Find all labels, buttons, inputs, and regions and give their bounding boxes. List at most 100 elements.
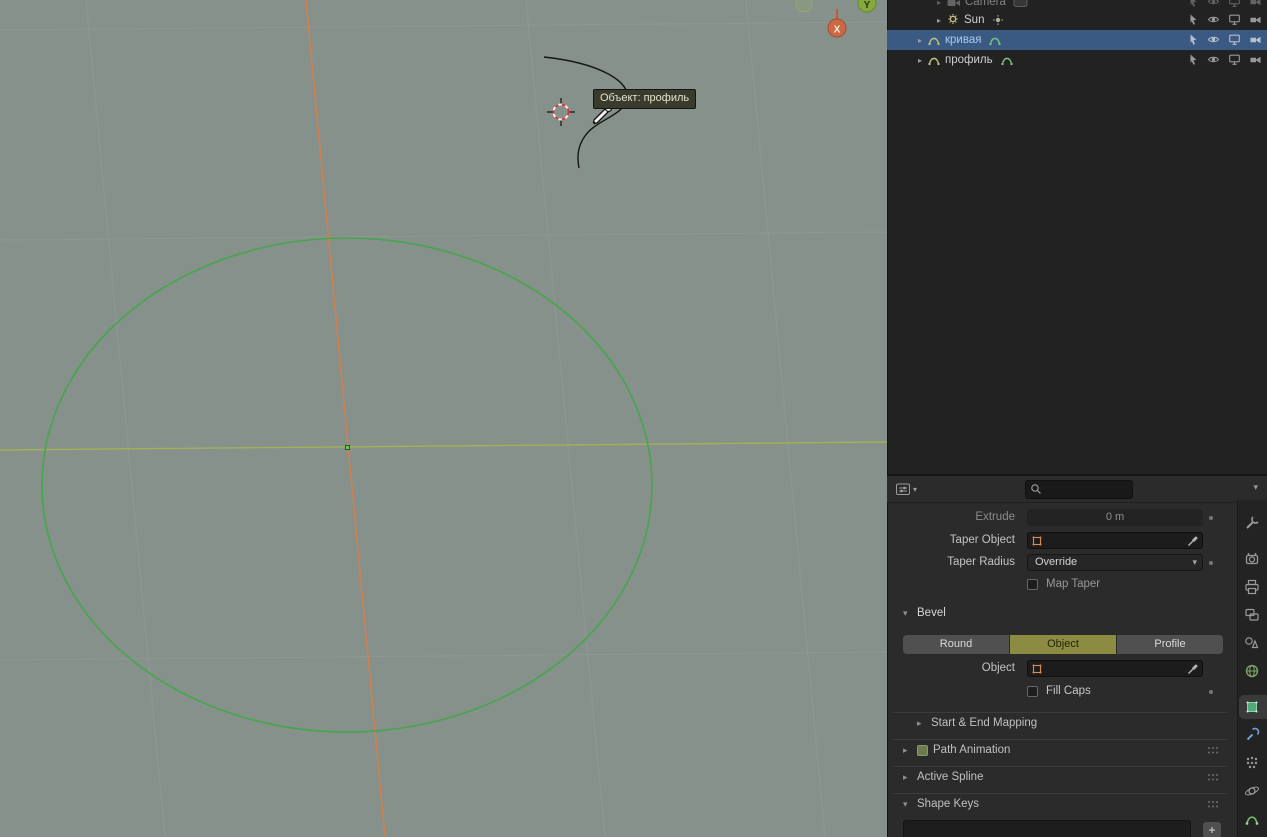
bevel-mode-segments: Round Object Profile: [903, 635, 1223, 654]
panel-label: Shape Keys: [917, 794, 979, 814]
y-axis-line: [0, 442, 887, 450]
drag-handle-icon[interactable]: [1207, 800, 1219, 809]
fill-caps-checkbox[interactable]: [1027, 686, 1038, 697]
search-input[interactable]: [1046, 484, 1126, 496]
taper-radius-value: Override: [1035, 556, 1077, 568]
disable-viewport-icon[interactable]: [1228, 53, 1241, 66]
disable-render-icon[interactable]: [1249, 0, 1262, 8]
bevel-mode-round-button[interactable]: Round: [903, 635, 1009, 654]
expand-arrow-icon[interactable]: ▸: [932, 16, 946, 25]
expand-arrow-icon[interactable]: ▸: [913, 56, 927, 65]
outliner-row-profile[interactable]: ▸ профиль: [887, 50, 1267, 70]
drag-handle-icon[interactable]: [1207, 746, 1219, 755]
tool-tab-icon[interactable]: [1243, 514, 1261, 532]
bevel-mode-profile-button[interactable]: Profile: [1117, 635, 1223, 654]
light-icon: [946, 13, 960, 27]
chevron-down-icon: ▾: [1192, 555, 1197, 570]
chevron-right-icon: ▸: [903, 767, 908, 787]
outliner-row-curve[interactable]: ▸ кривая: [887, 30, 1267, 50]
fill-caps-row: Fill Caps: [887, 683, 1237, 700]
bevel-object-field[interactable]: [1027, 660, 1203, 677]
restrict-select-icon[interactable]: [1186, 53, 1199, 66]
curve-object-icon: [927, 53, 941, 67]
search-icon: [1029, 482, 1044, 497]
disable-viewport-icon[interactable]: [1228, 33, 1241, 46]
add-shape-key-button[interactable]: +: [1203, 822, 1221, 837]
chevron-down-icon: ▾: [903, 604, 908, 622]
expand-arrow-icon[interactable]: ▸: [913, 36, 927, 45]
restrict-select-icon[interactable]: [1186, 33, 1199, 46]
eyedropper-icon[interactable]: [1187, 535, 1199, 547]
object-icon: [1031, 535, 1043, 547]
curve-data-icon: [988, 33, 1002, 47]
editor-type-button[interactable]: ▾: [895, 481, 917, 497]
panel-shape-keys[interactable]: ▾ Shape Keys: [893, 793, 1227, 815]
curve-circle-object: [42, 238, 652, 732]
chevron-down-icon: ▾: [903, 794, 908, 814]
tooltip-text: Объект: профиль: [600, 92, 689, 104]
outliner[interactable]: ▸ Camera ▸ Sun: [887, 0, 1267, 474]
eyedropper-icon[interactable]: [1187, 663, 1199, 675]
gizmo-neg-axis-ball[interactable]: [796, 0, 812, 12]
3d-viewport[interactable]: Y X Объект: профиль: [0, 0, 887, 837]
curve-data-icon: [1000, 53, 1014, 67]
render-tab-icon[interactable]: [1243, 550, 1261, 568]
properties-editor-icon: [895, 481, 911, 497]
bevel-mode-object-button[interactable]: Object: [1010, 635, 1116, 654]
disable-viewport-icon[interactable]: [1228, 13, 1241, 26]
panel-start-end-mapping[interactable]: ▸ Start & End Mapping: [893, 712, 1227, 734]
scene-tab-icon[interactable]: [1243, 634, 1261, 652]
camera-icon: [946, 0, 961, 9]
panel-active-spline[interactable]: ▸ Active Spline: [893, 766, 1227, 788]
object-tab-icon[interactable]: [1243, 698, 1261, 716]
object-name: кривая: [945, 34, 981, 46]
hide-eye-icon[interactable]: [1207, 33, 1220, 46]
view-layer-tab-icon[interactable]: [1243, 606, 1261, 624]
chevron-right-icon: ▸: [903, 740, 908, 760]
hide-eye-icon[interactable]: [1207, 0, 1220, 8]
disable-render-icon[interactable]: [1249, 53, 1262, 66]
world-tab-icon[interactable]: [1243, 662, 1261, 680]
panel-label: Path Animation: [933, 740, 1010, 760]
map-taper-checkbox[interactable]: [1027, 579, 1038, 590]
extrude-field[interactable]: 0 m: [1027, 509, 1203, 526]
header-dropdown-icon[interactable]: ▾: [1253, 482, 1258, 493]
object-name: Sun: [964, 14, 984, 26]
disable-render-icon[interactable]: [1249, 33, 1262, 46]
decorator-dot[interactable]: [1209, 561, 1213, 565]
output-tab-icon[interactable]: [1243, 578, 1261, 596]
restrict-select-icon[interactable]: [1186, 0, 1199, 8]
hide-eye-icon[interactable]: [1207, 13, 1220, 26]
path-animation-checkbox[interactable]: [917, 745, 928, 756]
origin-point: [346, 446, 350, 450]
bevel-section-header[interactable]: ▾ Bevel: [887, 604, 1237, 622]
restrict-select-icon[interactable]: [1186, 13, 1199, 26]
outliner-row-sun[interactable]: ▸ Sun: [887, 10, 1267, 30]
physics-tab-icon[interactable]: [1243, 782, 1261, 800]
object-tooltip: Объект: профиль: [593, 89, 696, 109]
search-field[interactable]: [1025, 480, 1133, 499]
extrude-row: Extrude 0 m: [887, 509, 1237, 526]
modifiers-tab-icon[interactable]: [1243, 726, 1261, 744]
expand-arrow-icon[interactable]: ▸: [932, 0, 946, 7]
shape-keys-list[interactable]: [903, 820, 1191, 837]
properties-editor[interactable]: ▾ ▾ Extrude 0 m Taper Object: [887, 474, 1267, 837]
panel-label: Active Spline: [917, 767, 983, 787]
panel-path-animation[interactable]: ▸ Path Animation: [893, 739, 1227, 761]
disable-viewport-icon[interactable]: [1228, 0, 1241, 8]
viewport-canvas: Y X: [0, 0, 887, 837]
taper-radius-dropdown[interactable]: Override ▾: [1027, 554, 1203, 571]
disable-render-icon[interactable]: [1249, 13, 1262, 26]
bevel-title: Bevel: [917, 604, 946, 622]
decorator-dot[interactable]: [1209, 516, 1213, 520]
decorator-dot[interactable]: [1209, 690, 1213, 694]
particles-tab-icon[interactable]: [1243, 754, 1261, 772]
taper-radius-row: Taper Radius Override ▾: [887, 554, 1237, 571]
gizmo-x-label: X: [834, 25, 841, 36]
hide-eye-icon[interactable]: [1207, 53, 1220, 66]
taper-object-field[interactable]: [1027, 532, 1203, 549]
panel-label: Start & End Mapping: [931, 713, 1037, 733]
object-data-tab-icon[interactable]: [1243, 810, 1261, 828]
drag-handle-icon[interactable]: [1207, 773, 1219, 782]
3d-cursor: [547, 98, 575, 126]
